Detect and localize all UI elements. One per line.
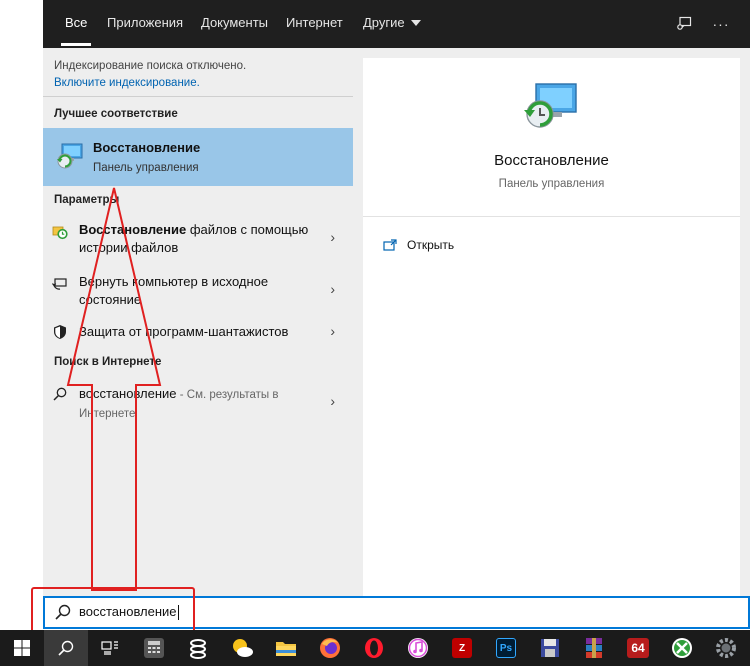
open-button[interactable]: Открыть — [383, 234, 454, 256]
music-icon — [408, 638, 428, 658]
chevron-right-icon: › — [330, 229, 335, 245]
taskbar-app-explorer[interactable] — [264, 630, 308, 666]
web-query: восстановление — [79, 386, 177, 401]
chevron-right-icon: › — [330, 281, 335, 297]
chevron-down-icon — [410, 19, 421, 26]
search-input[interactable]: восстановление — [43, 596, 750, 629]
task-view-icon — [101, 641, 118, 655]
index-notice-text: Индексирование поиска отключено. — [54, 60, 247, 72]
taskbar-app-winrar[interactable] — [572, 630, 616, 666]
preview-subtitle: Панель управления — [498, 178, 605, 190]
aida64-icon: 64 — [627, 638, 649, 658]
preview-title: Восстановление — [494, 152, 609, 169]
search-icon — [58, 640, 74, 656]
search-tabbar: Все Приложения Документы Интернет Другие… — [43, 0, 750, 48]
list-item-ransomware[interactable]: Защита от программ-шантажистов › — [43, 320, 353, 344]
taskbar-app-steam[interactable] — [176, 630, 220, 666]
search-query-text: восстановление — [79, 604, 177, 619]
index-notice: Индексирование поиска отключено. Включит… — [54, 58, 246, 92]
list-item-bold: Восстановление — [79, 222, 187, 237]
divider — [363, 216, 740, 217]
taskbar-app-filezilla[interactable]: Z — [440, 630, 484, 666]
chevron-right-icon: › — [330, 323, 335, 339]
best-match-title: Восстановление — [93, 140, 201, 155]
list-item-text: Защита от программ-шантажистов — [79, 324, 289, 339]
taskbar-app-gear[interactable] — [704, 630, 748, 666]
tab-apps[interactable]: Приложения — [107, 0, 183, 48]
screen: Все Приложения Документы Интернет Другие… — [0, 0, 750, 666]
tab-internet[interactable]: Интернет — [286, 0, 343, 48]
recovery-icon — [524, 83, 577, 128]
results-list: Индексирование поиска отключено. Включит… — [43, 48, 353, 596]
calculator-icon — [144, 638, 164, 658]
task-view-button[interactable] — [88, 630, 132, 666]
windows-icon — [14, 640, 30, 656]
archive-icon — [586, 638, 602, 658]
enable-indexing-link[interactable]: Включите индексирование. — [54, 75, 246, 92]
feedback-icon — [677, 16, 692, 30]
search-icon — [55, 604, 71, 620]
list-item-text: восстановление - См. результаты в Интерн… — [79, 385, 309, 423]
feedback-button[interactable] — [667, 0, 701, 48]
list-item-reset-pc[interactable]: Вернуть компьютер в исходное состояние › — [43, 270, 353, 310]
preview-pane: Восстановление Панель управления Открыть — [363, 58, 740, 596]
weather-icon — [233, 639, 253, 657]
taskbar-app-itunes[interactable] — [396, 630, 440, 666]
xbox-icon — [672, 638, 692, 658]
list-item-web-search[interactable]: восстановление - См. результаты в Интерн… — [43, 382, 353, 422]
open-icon — [383, 239, 397, 251]
file-history-icon — [51, 223, 69, 241]
floppy-disk-icon — [541, 639, 559, 657]
best-match-subtitle: Панель управления — [93, 162, 199, 174]
taskbar: Z Ps 64 — [0, 630, 750, 666]
steam-icon — [190, 639, 206, 659]
more-options-button[interactable]: ··· — [704, 0, 738, 48]
gear-icon — [716, 638, 736, 658]
divider — [43, 96, 353, 97]
reset-icon — [51, 274, 69, 292]
best-match-heading: Лучшее соответствие — [54, 108, 178, 120]
shield-icon — [51, 323, 69, 341]
taskbar-app-photoshop[interactable]: Ps — [484, 630, 528, 666]
taskbar-app-xbox[interactable] — [660, 630, 704, 666]
taskbar-app-aida64[interactable]: 64 — [616, 630, 660, 666]
tab-more[interactable]: Другие — [363, 0, 421, 48]
chevron-right-icon: › — [330, 393, 335, 409]
search-icon — [51, 385, 69, 403]
taskbar-app-weather[interactable] — [220, 630, 264, 666]
opera-icon — [365, 638, 383, 658]
taskbar-app-opera[interactable] — [352, 630, 396, 666]
best-match-item[interactable]: Восстановление Панель управления — [43, 128, 353, 186]
web-search-heading: Поиск в Интернете — [54, 356, 162, 368]
recovery-icon — [57, 143, 83, 169]
list-item-text: Восстановление файлов с помощью истории … — [79, 221, 309, 257]
settings-heading: Параметры — [54, 194, 120, 206]
folder-icon — [276, 642, 296, 656]
tab-more-label: Другие — [363, 15, 405, 30]
list-item-text: Вернуть компьютер в исходное состояние — [79, 274, 269, 307]
firefox-icon — [320, 638, 340, 658]
tab-all[interactable]: Все — [60, 0, 92, 48]
search-value: восстановление — [79, 604, 179, 621]
filezilla-icon: Z — [452, 638, 472, 658]
list-item-file-history[interactable]: Восстановление файлов с помощью истории … — [43, 218, 353, 258]
text-caret — [177, 605, 179, 621]
taskbar-app-save[interactable] — [528, 630, 572, 666]
open-label: Открыть — [407, 238, 455, 252]
taskbar-app-firefox[interactable] — [308, 630, 352, 666]
taskbar-app-calculator[interactable] — [132, 630, 176, 666]
photoshop-icon: Ps — [496, 638, 516, 658]
tab-documents[interactable]: Документы — [201, 0, 268, 48]
start-button[interactable] — [0, 630, 44, 666]
taskbar-search-button[interactable] — [44, 630, 88, 666]
